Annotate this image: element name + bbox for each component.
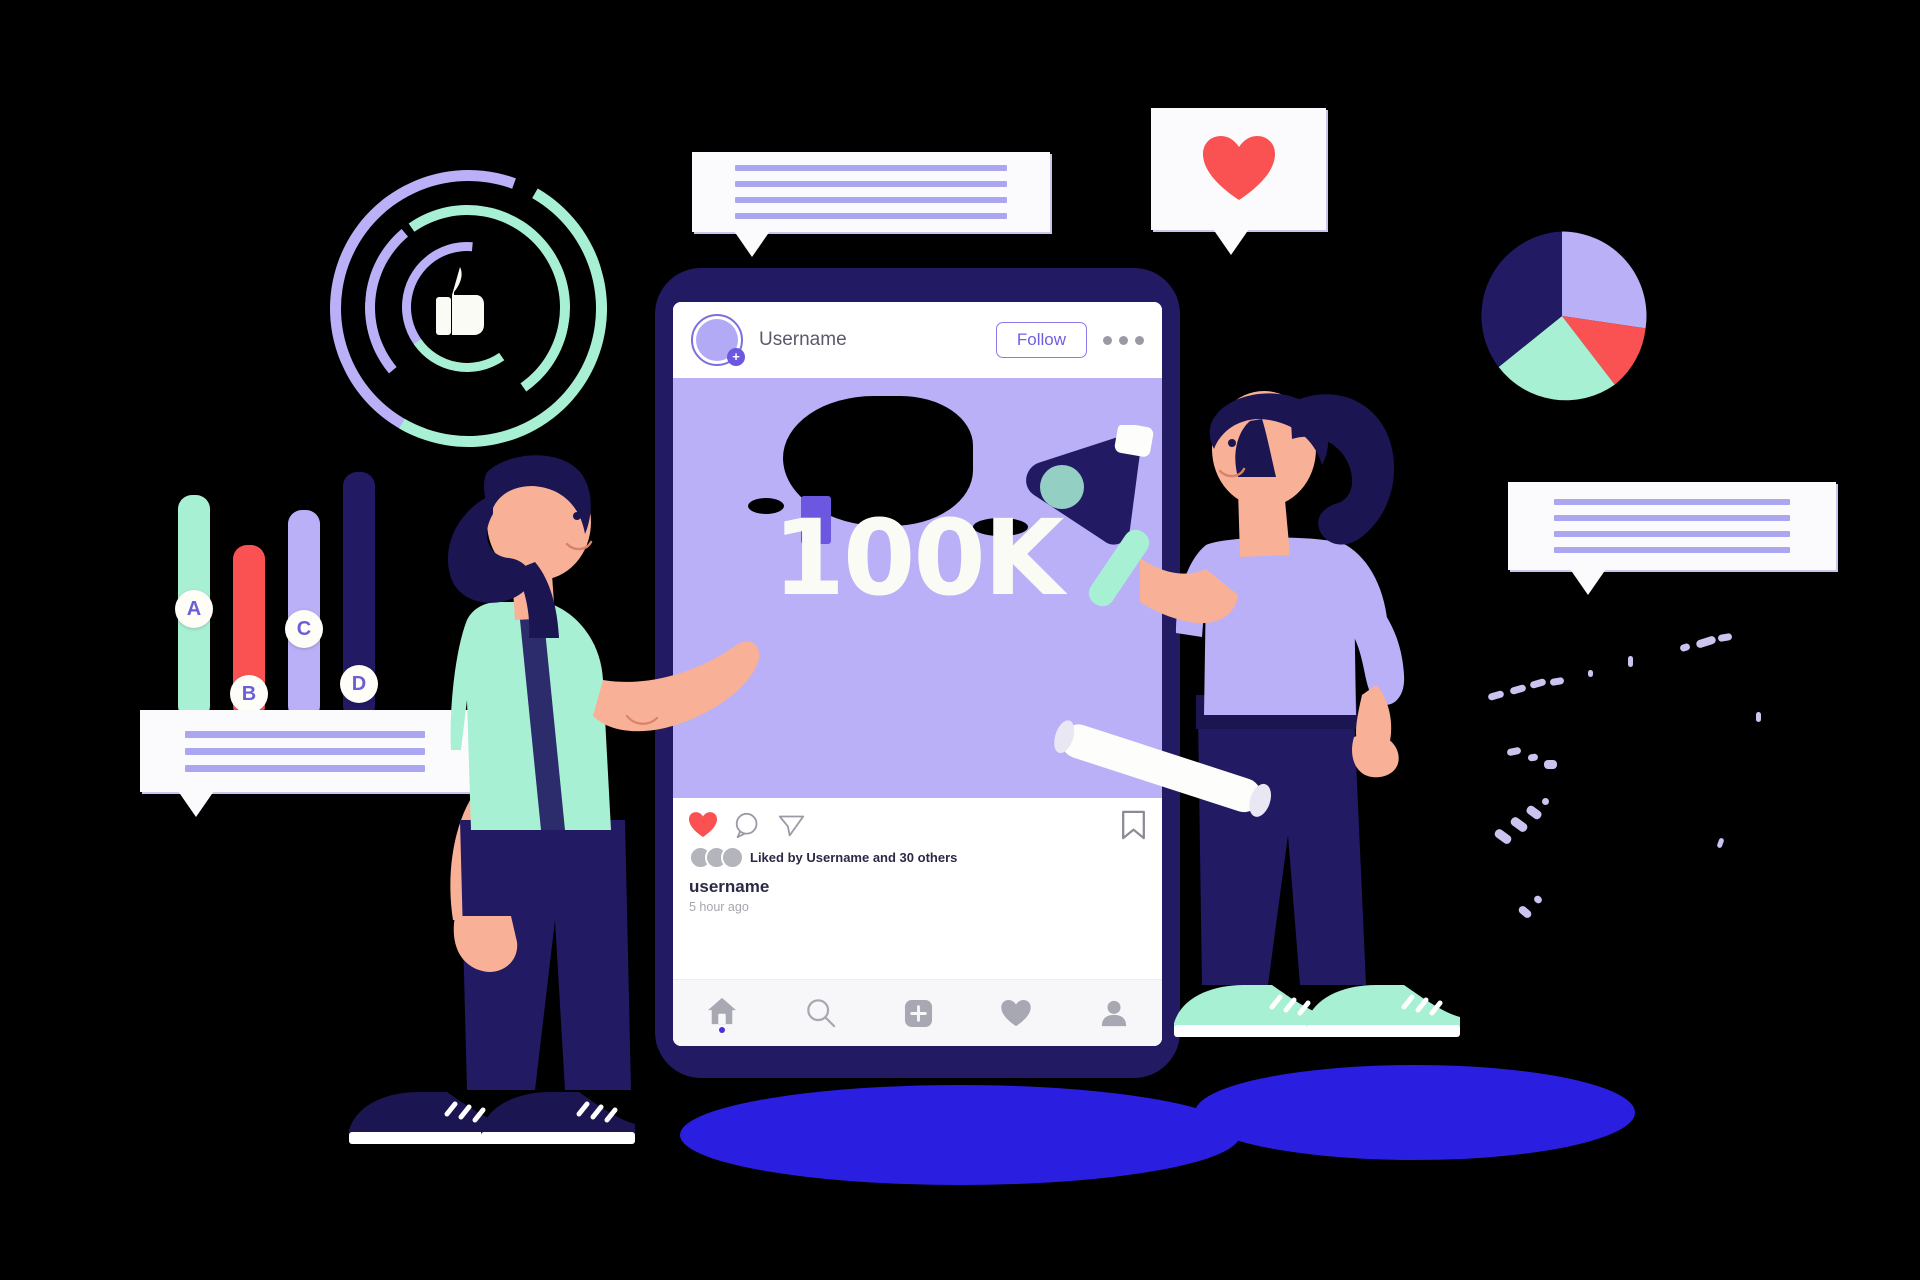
bubble-line — [1554, 499, 1790, 505]
bubble-tail — [1213, 229, 1249, 255]
woman-right-shoes — [1172, 973, 1462, 1048]
woman-left-shoes — [347, 1080, 637, 1155]
sound-dash — [1529, 677, 1547, 690]
sound-dash — [1527, 753, 1539, 762]
sound-dash — [1509, 815, 1529, 834]
add-post-icon[interactable] — [904, 999, 933, 1028]
bubble-line — [1554, 531, 1790, 537]
bubble-tail — [734, 231, 770, 257]
bar-label-c-text: C — [296, 617, 312, 640]
pie-slice-1 — [1562, 231, 1647, 329]
sound-dash — [1695, 635, 1717, 649]
sound-dash — [1532, 894, 1544, 905]
sound-waves — [1470, 620, 1770, 920]
bubble-line — [1554, 547, 1790, 553]
woman-left — [349, 450, 775, 1160]
bubble-line — [735, 213, 1007, 219]
sound-dash — [1716, 837, 1725, 849]
bubble-tail — [178, 791, 214, 817]
bubble-right — [1508, 482, 1836, 595]
sound-dash — [1588, 670, 1593, 677]
pie-chart-svg — [1481, 231, 1647, 401]
bubble-line — [185, 764, 425, 772]
bar-chart: A B C D — [140, 460, 420, 720]
sound-dash — [1756, 712, 1761, 722]
sound-dash — [1628, 656, 1633, 667]
sound-dash — [1509, 683, 1527, 696]
megaphone — [1010, 423, 1220, 625]
sound-dash — [1717, 632, 1733, 643]
bar-label-a: A — [175, 590, 213, 628]
bubble-tail — [1570, 569, 1606, 595]
sound-dash — [1493, 827, 1513, 846]
bar-label-c: C — [285, 610, 323, 648]
bubble-top-center — [692, 152, 1050, 257]
bar-label-d: D — [340, 665, 378, 703]
sound-dash — [1517, 904, 1533, 920]
post-header: + Username Follow — [673, 302, 1162, 378]
like-badge — [284, 124, 653, 493]
bar-label-a-text: A — [186, 597, 202, 620]
bubble-line — [185, 747, 425, 755]
sound-dash — [1679, 642, 1691, 653]
sound-dash — [1506, 746, 1522, 757]
illustration-canvas: A B C D + Username Follow 100K Liked by … — [0, 0, 1920, 1280]
pie-chart — [1474, 228, 1650, 404]
sound-dash — [1524, 804, 1544, 821]
thumbs-up-icon — [436, 267, 484, 335]
post-username[interactable]: Username — [759, 329, 847, 351]
sound-dash — [1542, 798, 1549, 805]
woman-left-body — [447, 455, 760, 1090]
bubble-heart — [1151, 108, 1326, 255]
activity-heart-icon[interactable] — [1001, 999, 1032, 1027]
bubble-line — [735, 181, 1007, 187]
avatar[interactable]: + — [691, 314, 745, 366]
sound-dash — [1544, 760, 1557, 769]
bar-label-b: B — [230, 675, 268, 713]
profile-icon[interactable] — [1100, 999, 1128, 1027]
more-dots-icon[interactable] — [1103, 335, 1144, 345]
sound-dash — [1487, 689, 1505, 702]
heart-icon — [1202, 136, 1275, 200]
liked-by-text: Liked by Username and 30 others — [750, 850, 958, 865]
add-story-icon[interactable]: + — [727, 348, 745, 366]
sound-dash — [1549, 676, 1565, 687]
send-icon[interactable] — [778, 812, 805, 839]
bubble-line — [185, 730, 425, 738]
bar-label-d-text: D — [351, 672, 367, 695]
bubble-line — [735, 197, 1007, 203]
follow-button[interactable]: Follow — [995, 322, 1087, 358]
search-icon[interactable] — [806, 998, 836, 1028]
bar-label-b-text: B — [241, 682, 257, 705]
bubble-line — [735, 165, 1007, 171]
bubble-line — [1554, 515, 1790, 521]
